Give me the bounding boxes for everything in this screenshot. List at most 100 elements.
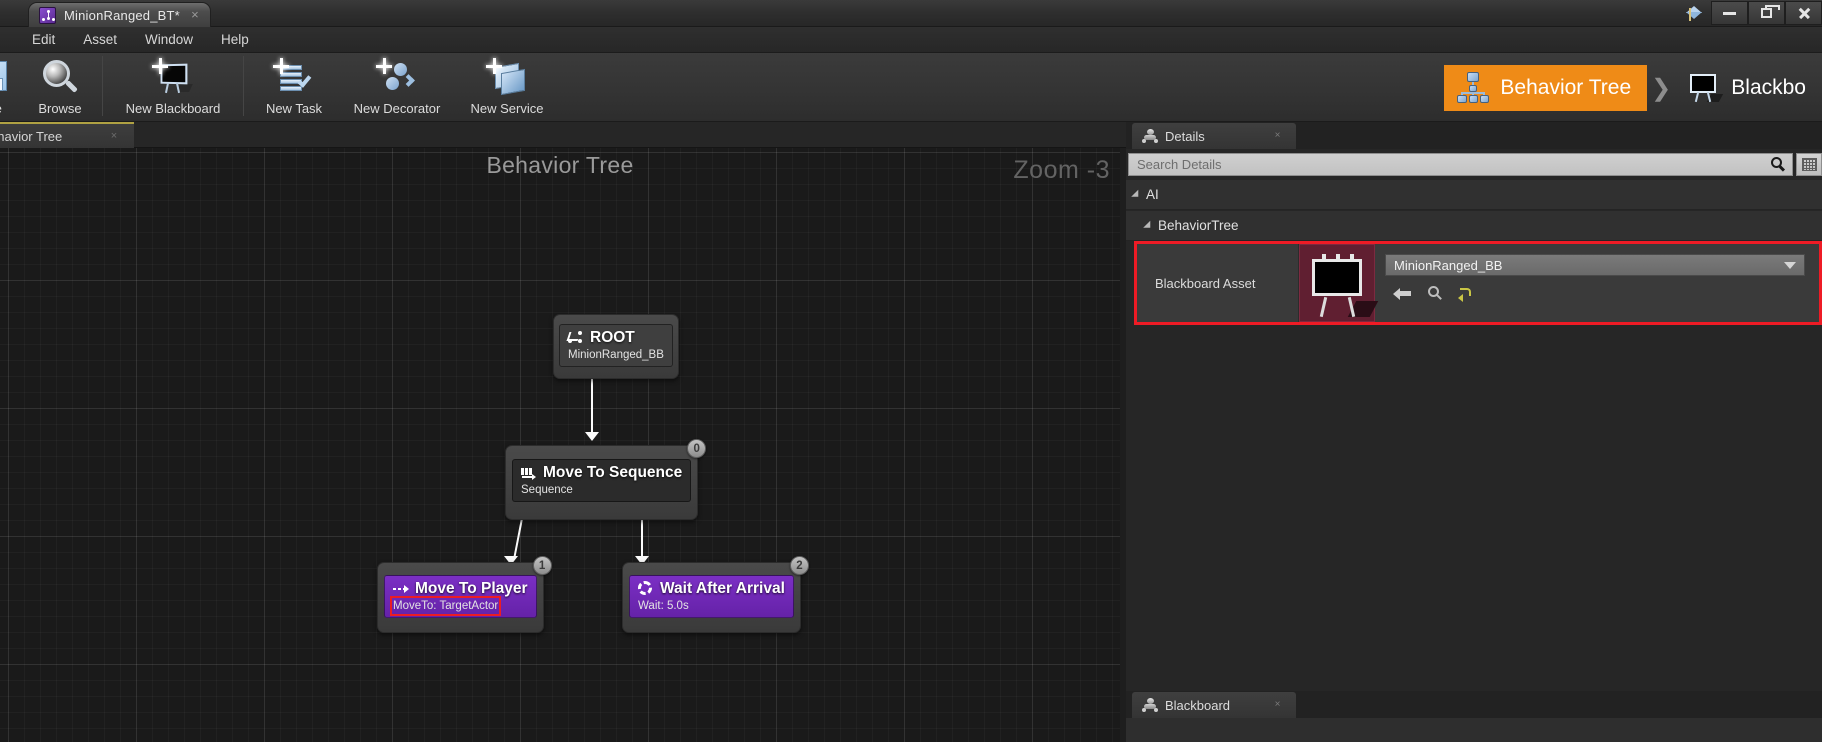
mode-button-blackboard[interactable]: Blackbo bbox=[1675, 65, 1822, 111]
close-icon[interactable]: × bbox=[188, 8, 202, 22]
property-label: Blackboard Asset bbox=[1137, 244, 1299, 322]
right-panel: Details × Search Details AI BehaviorTree… bbox=[1126, 122, 1822, 742]
reset-to-default-icon[interactable] bbox=[1457, 285, 1476, 303]
category-behaviortree-label: BehaviorTree bbox=[1158, 218, 1239, 233]
node-subtitle-wrap: MoveTo: TargetActor bbox=[389, 596, 528, 616]
menu-item-help[interactable]: Help bbox=[207, 29, 263, 50]
node-body: Move To Sequence Sequence bbox=[505, 445, 699, 520]
node-index-badge: 2 bbox=[789, 556, 809, 575]
save-button[interactable]: ve bbox=[0, 53, 24, 119]
browse-button[interactable]: Browse bbox=[24, 53, 96, 119]
node-index-badge: 1 bbox=[532, 556, 552, 575]
new-service-label: New Service bbox=[470, 101, 544, 116]
toolbar-group-blackboard: New Blackboard bbox=[109, 53, 237, 122]
category-ai[interactable]: AI bbox=[1126, 180, 1822, 210]
document-tab[interactable]: MinionRanged_BT* × bbox=[28, 2, 211, 27]
node-inner: Move To Player MoveTo: TargetActor bbox=[384, 575, 537, 618]
details-icon bbox=[1142, 129, 1158, 143]
mode-button-behavior-tree[interactable]: Behavior Tree bbox=[1444, 65, 1648, 111]
browse-asset-icon[interactable] bbox=[1425, 285, 1444, 303]
mode-label-behavior-tree: Behavior Tree bbox=[1500, 76, 1632, 99]
expander-triangle-icon bbox=[1143, 220, 1154, 231]
graph-node-wait-after-arrival[interactable]: Wait After Arrival Wait: 5.0s 2 bbox=[622, 556, 809, 633]
asset-picker: MinionRanged_BB bbox=[1375, 244, 1819, 322]
save-icon bbox=[0, 57, 17, 97]
menu-bar: Edit Asset Window Help bbox=[0, 27, 1822, 53]
node-inner: Move To Sequence Sequence bbox=[512, 459, 692, 502]
toolbar: ve Browse New Blackboard bbox=[0, 53, 1822, 122]
new-blackboard-icon bbox=[151, 57, 195, 97]
node-title-row: ROOT bbox=[566, 328, 664, 347]
move-to-icon bbox=[393, 582, 409, 596]
restore-button[interactable] bbox=[1748, 1, 1785, 25]
chevron-down-icon bbox=[1784, 261, 1796, 269]
new-decorator-button[interactable]: New Decorator bbox=[338, 53, 456, 119]
close-icon[interactable]: × bbox=[108, 130, 120, 142]
node-subtitle: Sequence bbox=[521, 484, 573, 496]
new-service-icon bbox=[485, 57, 529, 97]
blackboard-icon bbox=[1687, 71, 1724, 105]
browse-icon bbox=[38, 57, 82, 97]
new-blackboard-label: New Blackboard bbox=[125, 101, 221, 116]
close-button[interactable] bbox=[1785, 1, 1822, 25]
asset-dropdown-value: MinionRanged_BB bbox=[1394, 257, 1503, 273]
menu-item-window[interactable]: Window bbox=[131, 29, 207, 50]
new-service-button[interactable]: New Service bbox=[456, 53, 558, 119]
search-input[interactable]: Search Details bbox=[1128, 152, 1793, 176]
toolbar-separator bbox=[102, 56, 103, 116]
mode-label-blackboard: Blackbo bbox=[1731, 76, 1806, 99]
new-task-label: New Task bbox=[265, 101, 323, 116]
new-decorator-icon bbox=[375, 57, 419, 97]
minimize-button[interactable] bbox=[1711, 1, 1748, 25]
root-icon bbox=[566, 330, 583, 345]
node-body: Wait After Arrival Wait: 5.0s bbox=[622, 562, 801, 633]
close-icon[interactable]: × bbox=[1272, 130, 1283, 141]
graph-node-root[interactable]: ROOT MinionRanged_BB bbox=[553, 314, 679, 379]
graph-title: Behavior Tree bbox=[486, 152, 634, 178]
node-title: Move To Player bbox=[415, 580, 528, 597]
use-selected-asset-icon[interactable] bbox=[1393, 285, 1412, 303]
new-task-button[interactable]: New Task bbox=[250, 53, 338, 119]
behavior-tree-icon bbox=[1456, 71, 1490, 105]
details-search-row: Search Details bbox=[1128, 151, 1822, 177]
window-controls bbox=[1677, 0, 1822, 27]
node-subtitle: MinionRanged_BB bbox=[568, 349, 664, 361]
document-tab-label: MinionRanged_BT* bbox=[64, 7, 180, 23]
property-row-blackboard-asset: Blackboard Asset MinionRanged_BB bbox=[1134, 241, 1822, 325]
close-icon[interactable]: × bbox=[1272, 699, 1283, 710]
property-value: MinionRanged_BB bbox=[1299, 244, 1819, 322]
node-title: Wait After Arrival bbox=[660, 580, 785, 597]
tab-details[interactable]: Details × bbox=[1132, 123, 1296, 149]
blackboard-panel-body bbox=[1126, 718, 1822, 742]
app-logo-icon bbox=[1677, 0, 1711, 27]
details-tab-strip: Details × bbox=[1126, 122, 1822, 149]
asset-dropdown[interactable]: MinionRanged_BB bbox=[1385, 254, 1805, 276]
behavior-tree-graph-canvas[interactable]: Behavior Tree Zoom -3 ROOT MinionRanged_… bbox=[0, 148, 1120, 742]
node-index-badge: 0 bbox=[687, 439, 707, 458]
graph-tab-strip: ehavior Tree × bbox=[0, 122, 1126, 148]
toolbar-separator bbox=[243, 56, 244, 116]
new-decorator-label: New Decorator bbox=[353, 101, 441, 116]
menu-item-edit[interactable]: Edit bbox=[18, 29, 69, 50]
toolbar-group-nodes: New Task New Decorator New Service bbox=[250, 53, 558, 122]
mode-switcher: Behavior Tree ❯ Blackbo bbox=[1444, 63, 1822, 113]
blackboard-panel-icon bbox=[1142, 698, 1158, 712]
behavior-tree-asset-icon bbox=[39, 6, 56, 24]
details-tab-label: Details bbox=[1165, 128, 1205, 144]
node-title-row: Wait After Arrival bbox=[638, 579, 785, 598]
zoom-level-indicator: Zoom -3 bbox=[1013, 156, 1110, 184]
asset-picker-buttons bbox=[1385, 285, 1805, 303]
view-options-button[interactable] bbox=[1796, 152, 1822, 176]
tab-blackboard[interactable]: Blackboard × bbox=[1132, 692, 1296, 718]
node-subtitle: Wait: 5.0s bbox=[638, 600, 689, 612]
graph-node-move-to-player[interactable]: Move To Player MoveTo: TargetActor 1 bbox=[377, 556, 552, 633]
blackboard-thumbnail[interactable] bbox=[1299, 244, 1379, 322]
tab-behavior-tree-graph[interactable]: ehavior Tree × bbox=[0, 122, 134, 148]
node-inner: ROOT MinionRanged_BB bbox=[559, 324, 673, 367]
category-behaviortree[interactable]: BehaviorTree bbox=[1126, 211, 1822, 241]
graph-node-move-to-sequence[interactable]: Move To Sequence Sequence 0 bbox=[505, 439, 707, 520]
new-blackboard-button[interactable]: New Blackboard bbox=[109, 53, 237, 119]
unreal-behavior-tree-editor: MinionRanged_BT* × Edit Asset Window Hel… bbox=[0, 0, 1822, 742]
title-bar: MinionRanged_BT* × bbox=[0, 0, 1822, 27]
menu-item-asset[interactable]: Asset bbox=[69, 29, 131, 50]
